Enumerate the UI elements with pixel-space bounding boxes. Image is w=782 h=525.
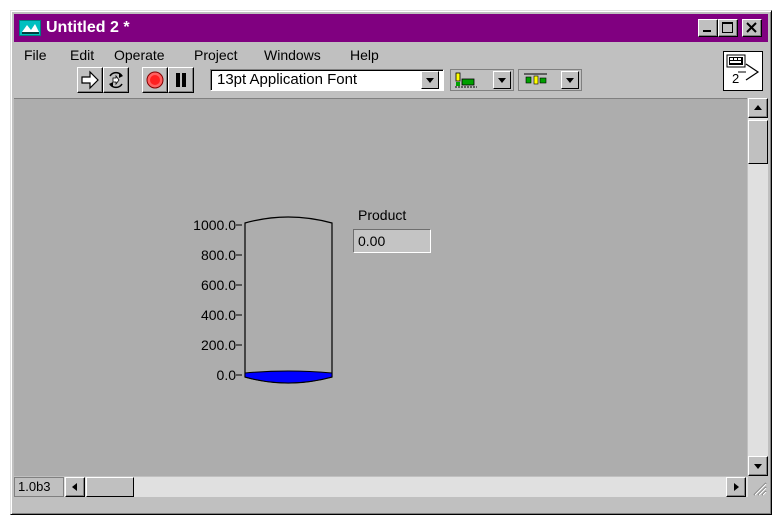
stop-sign-icon — [146, 71, 164, 89]
maximize-button[interactable] — [718, 19, 738, 37]
tank-scale-tick: 800.0 — [200, 247, 236, 263]
pause-button[interactable] — [168, 67, 194, 93]
pause-icon — [176, 73, 186, 87]
tank-indicator[interactable] — [236, 213, 336, 393]
align-objects-dropdown[interactable] — [450, 69, 514, 91]
arrow-right-icon — [734, 483, 739, 491]
minimize-icon — [703, 30, 711, 32]
vi-connector-icon — [726, 54, 760, 81]
vi-icon-number: 2 — [732, 71, 740, 86]
distribute-objects-icon — [524, 73, 547, 85]
arrow-left-icon — [72, 483, 77, 491]
scroll-up-button[interactable] — [748, 98, 768, 118]
tank-scale-tick: 0.0 — [216, 367, 236, 383]
vi-window: Untitled 2 * File Edit Operate Project W… — [10, 10, 772, 515]
menu-edit[interactable]: Edit — [70, 44, 94, 66]
tank-fill — [244, 370, 333, 384]
tank-scale-tick: 200.0 — [200, 337, 236, 353]
product-label: Product — [358, 207, 407, 223]
labview-app-icon — [19, 20, 41, 36]
vi-icon-pane[interactable]: 2 — [723, 51, 763, 91]
run-arrow-icon — [81, 70, 99, 90]
font-dropdown-button[interactable] — [421, 71, 439, 89]
vertical-scroll-thumb[interactable] — [748, 120, 768, 164]
tank-body — [244, 216, 333, 384]
maximize-icon — [722, 22, 733, 33]
chevron-down-icon — [498, 78, 506, 83]
menu-file[interactable]: File — [24, 44, 47, 66]
product-value-display[interactable]: 0.00 — [353, 229, 431, 253]
arrow-down-icon — [754, 464, 762, 469]
run-button[interactable] — [77, 67, 103, 93]
window-title: Untitled 2 * — [46, 19, 130, 36]
tank-scale-tick: 600.0 — [200, 277, 236, 293]
align-objects-icon — [455, 72, 477, 88]
close-button[interactable] — [742, 19, 762, 37]
chevron-down-icon — [426, 78, 434, 83]
toolbar: 13pt Application Font — [14, 67, 714, 93]
tank-scale-tick: 400.0 — [200, 307, 236, 323]
distribute-dropdown-button[interactable] — [561, 71, 579, 89]
title-bar[interactable]: Untitled 2 * — [14, 14, 768, 42]
close-icon — [746, 22, 757, 33]
front-panel[interactable]: 1000.0 800.0 600.0 400.0 200.0 0.0 Produ… — [14, 98, 747, 476]
minimize-button[interactable] — [698, 19, 718, 37]
arrow-up-icon — [754, 105, 762, 110]
distribute-objects-dropdown[interactable] — [518, 69, 582, 91]
resize-grip-icon[interactable] — [748, 477, 768, 497]
font-ring-value: 13pt Application Font — [217, 71, 358, 88]
align-dropdown-button[interactable] — [493, 71, 511, 89]
scroll-right-button[interactable] — [726, 477, 746, 497]
scroll-down-button[interactable] — [748, 456, 768, 476]
horizontal-scroll-thumb[interactable] — [86, 477, 134, 497]
font-ring-dropdown[interactable]: 13pt Application Font — [210, 69, 444, 91]
menu-bar: File Edit Operate Project Windows Help — [14, 44, 714, 66]
bottom-status-bar: 1.0b3 — [14, 477, 768, 497]
run-continuously-icon — [109, 71, 123, 89]
vertical-scrollbar[interactable] — [748, 98, 768, 476]
menu-help[interactable]: Help — [350, 44, 379, 66]
run-continuously-button[interactable] — [103, 67, 129, 93]
tank-scale-tick: 1000.0 — [193, 217, 236, 233]
menu-project[interactable]: Project — [194, 44, 238, 66]
version-label: 1.0b3 — [14, 477, 64, 497]
abort-execution-button[interactable] — [142, 67, 168, 93]
menu-windows[interactable]: Windows — [264, 44, 321, 66]
menu-operate[interactable]: Operate — [114, 44, 165, 66]
chevron-down-icon — [566, 78, 574, 83]
scroll-left-button[interactable] — [65, 477, 85, 497]
